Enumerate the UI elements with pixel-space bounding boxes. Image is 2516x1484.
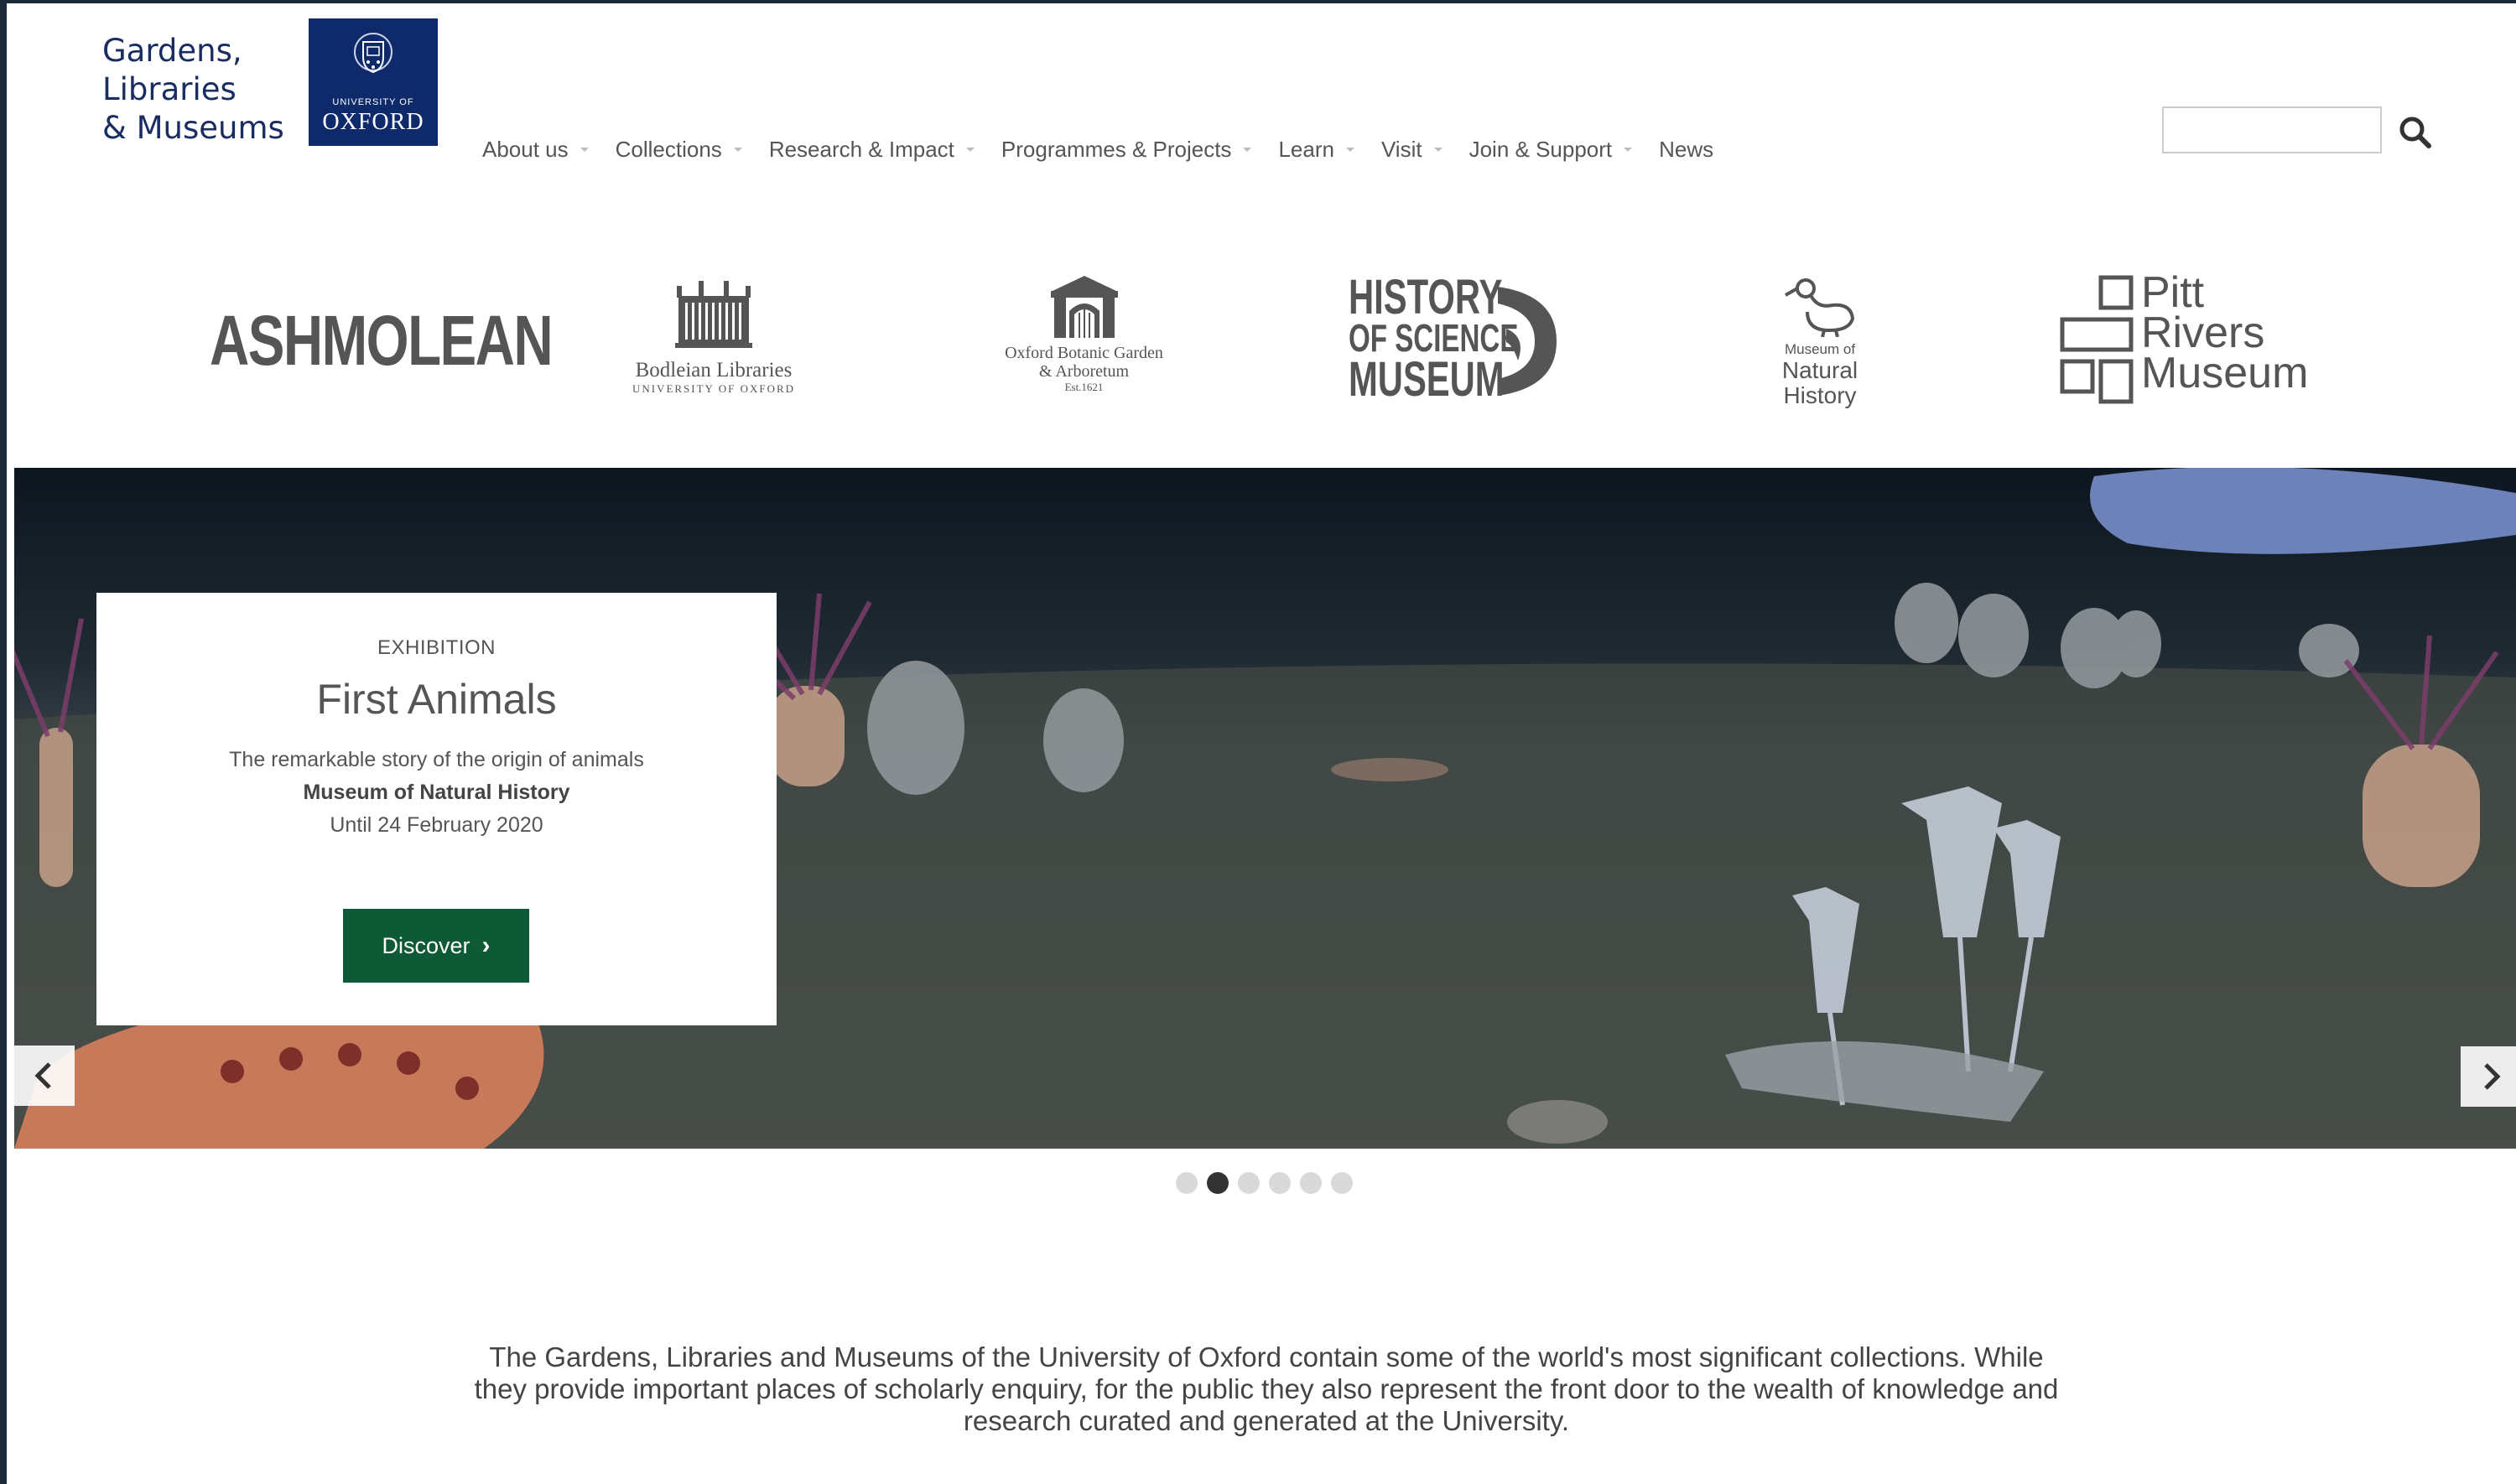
brand-line-1: Gardens, xyxy=(102,33,242,69)
intro-paragraph: The Gardens, Libraries and Museums of th… xyxy=(474,1341,2059,1436)
mnh-line-2: Natural xyxy=(1781,357,1858,383)
museum-of-natural-history-logo[interactable]: Museum of Natural History xyxy=(1770,275,1870,408)
caret-down-icon xyxy=(733,147,742,152)
search-input[interactable] xyxy=(2162,106,2382,153)
nav-label: Learn xyxy=(1278,136,1334,162)
nav-collections[interactable]: Collections xyxy=(616,137,742,163)
bodleian-name: Bodleian Libraries xyxy=(635,359,793,381)
bodleian-building-icon xyxy=(675,281,752,348)
chevron-right-icon: › xyxy=(481,931,491,959)
nav-programmes-projects[interactable]: Programmes & Projects xyxy=(1001,137,1252,163)
slider-previous-button[interactable] xyxy=(14,1046,75,1106)
nav-label: Research & Impact xyxy=(768,136,954,162)
exhibition-date: Until 24 February 2020 xyxy=(330,813,543,837)
slider-dot-5[interactable] xyxy=(1300,1172,1322,1194)
discover-button[interactable]: Discover › xyxy=(343,909,529,983)
bodleian-subtitle: UNIVERSITY OF OXFORD xyxy=(632,382,796,395)
botanic-established: Est.1621 xyxy=(1064,381,1104,393)
hsm-crescent-icon xyxy=(1498,287,1557,396)
history-of-science-museum-logo[interactable]: HISTORY OF SCIENCE MUSEUM xyxy=(1349,270,1567,407)
main-navigation: About us Collections Research & Impact P… xyxy=(482,132,1740,166)
pitt-rivers-museum-logo[interactable]: Pitt Rivers Museum xyxy=(2059,268,2327,407)
oxford-crest-icon xyxy=(354,33,392,74)
nav-label: Collections xyxy=(615,136,722,162)
exhibition-card: EXHIBITION First Animals The remarkable … xyxy=(96,593,777,1025)
slider-pagination xyxy=(1176,1172,1362,1194)
slider-dot-6[interactable] xyxy=(1331,1172,1353,1194)
ashmolean-logo[interactable]: ASHMOLEAN xyxy=(210,300,554,381)
brand-line-2: Libraries xyxy=(102,71,237,107)
oxford-logo-small-text: UNIVERSITY OF xyxy=(332,97,414,107)
nav-about-us[interactable]: About us xyxy=(482,137,589,163)
site-logo-text[interactable]: Gardens, Libraries & Museums xyxy=(102,32,304,148)
chevron-left-icon xyxy=(34,1062,51,1089)
dodo-icon xyxy=(1785,278,1855,338)
pitt-line-1: Pitt xyxy=(2141,268,2205,317)
nav-label: Visit xyxy=(1380,136,1422,162)
nav-label: Join & Support xyxy=(1469,136,1613,162)
nav-research-impact[interactable]: Research & Impact xyxy=(769,137,975,163)
slider-next-button[interactable] xyxy=(2461,1046,2516,1107)
exhibition-label: EXHIBITION xyxy=(377,636,496,659)
exhibition-description: The remarkable story of the origin of an… xyxy=(229,748,644,771)
caret-down-icon xyxy=(1345,147,1354,152)
mnh-line-1: Museum of xyxy=(1784,341,1856,357)
pitt-line-3: Museum xyxy=(2141,349,2309,397)
mnh-line-3: History xyxy=(1783,382,1857,408)
pitt-rivers-boxes-icon xyxy=(2060,275,2134,404)
search-icon[interactable] xyxy=(2397,114,2434,151)
slider-dot-4[interactable] xyxy=(1269,1172,1291,1194)
oxford-logo[interactable]: UNIVERSITY OF OXFORD xyxy=(309,18,438,146)
nav-label: News xyxy=(1659,136,1714,162)
slider-dot-2[interactable] xyxy=(1207,1172,1229,1194)
nav-label: Programmes & Projects xyxy=(1001,136,1232,162)
pitt-line-2: Rivers xyxy=(2141,309,2265,357)
chevron-right-icon xyxy=(2484,1063,2501,1090)
oxford-logo-text: OXFORD xyxy=(322,109,424,135)
bodleian-libraries-logo[interactable]: Bodleian Libraries UNIVERSITY OF OXFORD xyxy=(621,281,807,396)
window-frame-left xyxy=(0,0,7,1484)
discover-button-label: Discover xyxy=(382,932,470,958)
hsm-line-1: HISTORY xyxy=(1349,270,1503,324)
caret-down-icon xyxy=(1433,147,1443,152)
caret-down-icon xyxy=(965,147,975,152)
brand-line-3: & Museums xyxy=(102,110,284,146)
exhibition-title: First Animals xyxy=(316,676,557,723)
slider-dot-3[interactable] xyxy=(1238,1172,1260,1194)
slider-dot-1[interactable] xyxy=(1176,1172,1198,1194)
ashmolean-logo-text: ASHMOLEAN xyxy=(210,301,554,380)
nav-news[interactable]: News xyxy=(1659,137,1713,163)
botanic-name-line-2: & Arboretum xyxy=(1038,362,1130,381)
botanic-gate-icon xyxy=(1050,276,1118,338)
caret-down-icon xyxy=(1243,147,1252,152)
window-frame-top xyxy=(0,0,2516,3)
exhibition-venue: Museum of Natural History xyxy=(303,781,570,804)
nav-label: About us xyxy=(482,136,569,162)
nav-join-support[interactable]: Join & Support xyxy=(1469,137,1633,163)
botanic-name-line-1: Oxford Botanic Garden xyxy=(1005,344,1163,362)
hsm-line-3: MUSEUM xyxy=(1349,352,1505,407)
botanic-garden-logo[interactable]: Oxford Botanic Garden & Arboretum Est.16… xyxy=(981,272,1187,394)
nav-visit[interactable]: Visit xyxy=(1381,137,1443,163)
caret-down-icon xyxy=(580,147,589,152)
caret-down-icon xyxy=(1624,147,1633,152)
nav-learn[interactable]: Learn xyxy=(1278,137,1354,163)
